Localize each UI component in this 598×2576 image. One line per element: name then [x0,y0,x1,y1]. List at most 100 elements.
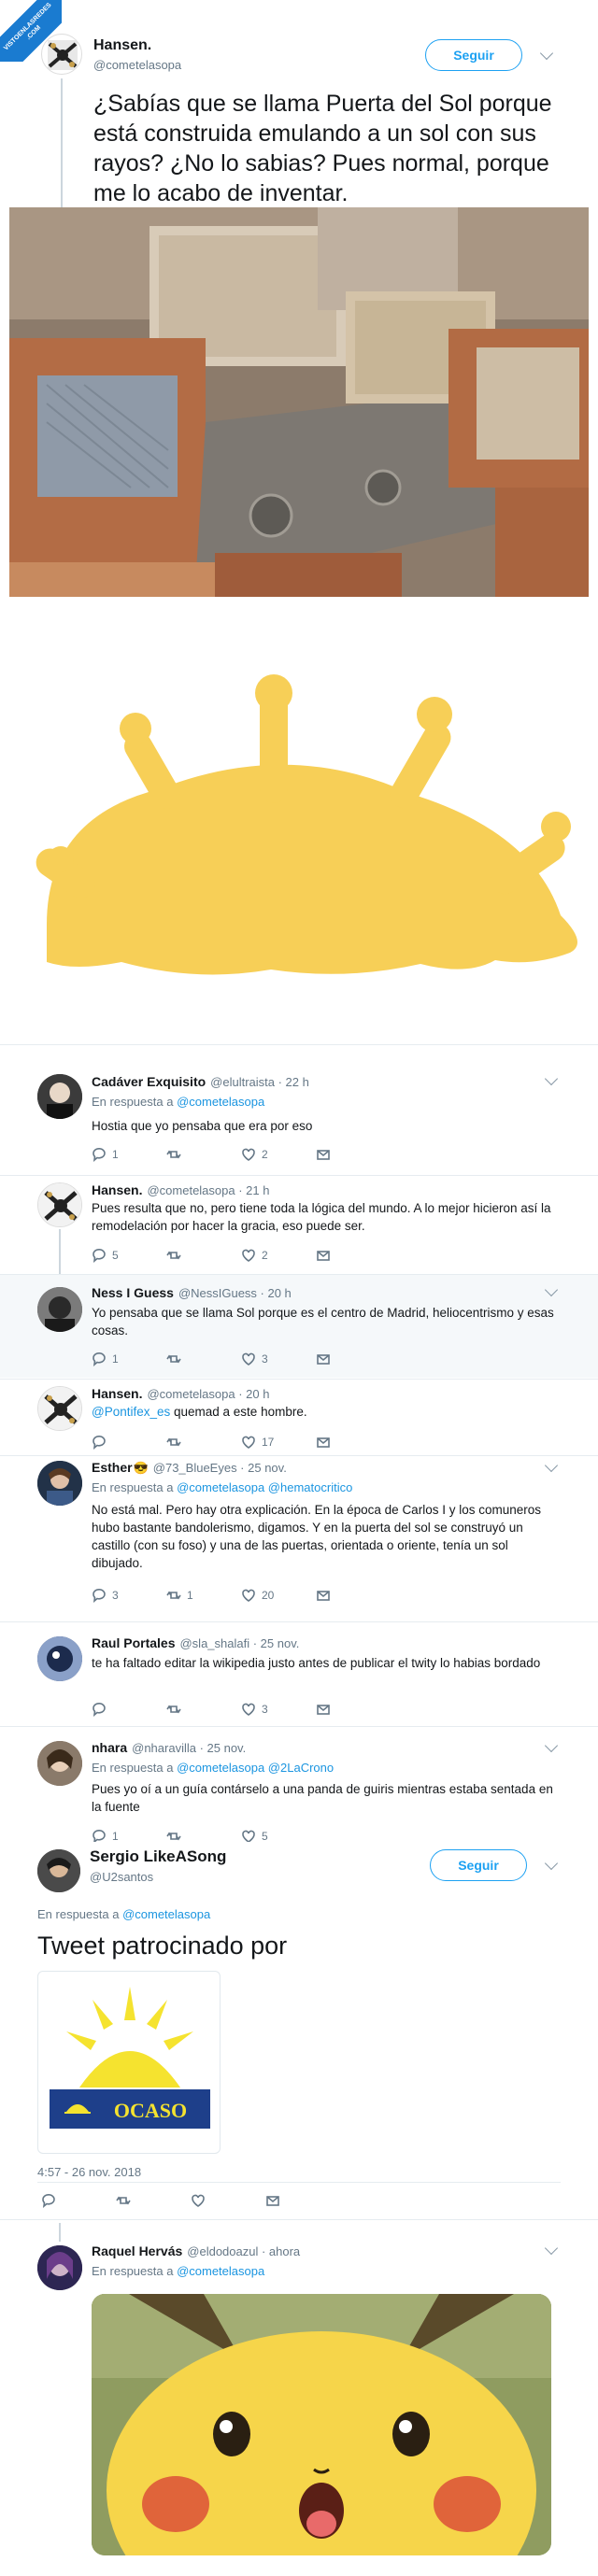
reply-button[interactable]: 3 [92,1588,119,1603]
author-name[interactable]: Cadáver Exquisito [92,1074,206,1089]
mail-icon [317,1705,330,1715]
avatar[interactable] [37,1074,82,1119]
author-handle[interactable]: @73_BlueEyes · 25 nov. [153,1461,287,1475]
heart-icon [242,1352,255,1366]
author-name[interactable]: Raquel Hervás [92,2243,182,2258]
author-name[interactable]: Hansen. [93,37,151,54]
author-handle[interactable]: @sla_shalafi · 25 nov. [179,1636,299,1650]
timestamp[interactable]: 4:57 - 26 nov. 2018 [37,2165,141,2179]
separator [0,1379,598,1380]
dm-button[interactable] [316,1147,331,1162]
dm-button[interactable] [265,2193,280,2208]
mention-link[interactable]: @cometelasopa @hematocritico [177,1480,352,1494]
like-button[interactable]: 2 [241,1147,268,1162]
like-button[interactable] [191,2193,206,2208]
avatar[interactable] [37,1461,82,1506]
author-handle[interactable]: @nharavilla · 25 nov. [132,1741,246,1755]
reply-icon [93,1436,106,1450]
like-button[interactable]: 17 [241,1435,274,1450]
avatar[interactable] [37,1741,82,1786]
mention-link[interactable]: @cometelasopa [177,1095,264,1109]
like-button[interactable]: 3 [241,1352,268,1366]
author-name[interactable]: Esther [92,1460,133,1475]
chevron-down-icon[interactable] [544,1458,559,1473]
retweet-button[interactable] [166,1702,187,1717]
retweet-button[interactable]: 1 [166,1588,193,1603]
mail-icon [317,1354,330,1365]
reply-button[interactable]: 5 [92,1248,119,1263]
chevron-down-icon[interactable] [544,1071,559,1086]
dm-button[interactable] [316,1352,331,1366]
separator [0,1621,598,1622]
ocaso-logo[interactable]: OCASO [37,1971,221,2154]
follow-button[interactable]: Seguir [425,39,522,71]
author-name[interactable]: Ness I Guess [92,1285,174,1300]
like-button[interactable]: 3 [241,1702,268,1717]
author-handle[interactable]: @cometelasopa [93,58,181,72]
reply-text: Hostia que yo pensaba que era por eso [92,1119,313,1133]
tweet-photo[interactable] [9,207,589,597]
reply-icon [93,1589,106,1603]
chevron-down-icon[interactable] [539,46,554,61]
author-name[interactable]: Hansen. [92,1386,142,1401]
tweet-text: ¿Sabías que se llama Puerta del Sol porq… [93,91,552,206]
reply-button[interactable] [92,1702,112,1717]
retweet-button[interactable] [166,1147,187,1162]
author-handle[interactable]: @NessIGuess · 20 h [178,1286,292,1300]
retweet-icon [166,1705,181,1714]
chevron-down-icon[interactable] [544,2241,559,2256]
author-handle[interactable]: @eldodoazul · ahora [187,2244,300,2258]
retweet-button[interactable] [166,1435,187,1450]
heart-icon [242,1703,255,1716]
like-button[interactable]: 20 [241,1588,274,1603]
author-handle[interactable]: @U2santos [90,1870,153,1884]
reply-button[interactable] [92,1435,112,1450]
retweet-button[interactable] [116,2193,131,2208]
retweet-button[interactable] [166,1248,187,1263]
dm-button[interactable] [316,1702,331,1717]
author-name[interactable]: Sergio LikeASong [90,1847,226,1866]
mention-link[interactable]: @Pontifex_es [92,1405,170,1419]
mention-link[interactable]: @cometelasopa [177,2264,264,2278]
avatar[interactable] [37,2245,82,2290]
reply-button[interactable]: 1 [92,1352,119,1366]
mail-icon [317,1437,330,1448]
chevron-down-icon[interactable] [544,1738,559,1753]
thread-line [61,78,63,209]
sun-drawing[interactable] [9,616,589,999]
author-handle[interactable]: @elultraista · 22 h [210,1075,309,1089]
avatar[interactable] [37,1287,82,1332]
surprised-pikachu-image[interactable] [92,2294,551,2555]
reply-header: Raul Portales @sla_shalafi · 25 nov. [92,1635,299,1650]
in-reply-to: En respuesta a @cometelasopa @2LaCrono [92,1761,335,1775]
mention-link[interactable]: @cometelasopa @2LaCrono [177,1761,334,1775]
author-handle[interactable]: @cometelasopa · 21 h [147,1183,269,1197]
retweet-icon [166,1354,181,1364]
heart-icon [192,2194,205,2207]
reply-header: nhara @nharavilla · 25 nov. [92,1740,246,1755]
dm-button[interactable] [316,1588,331,1603]
dm-button[interactable] [316,1435,331,1450]
thread-line [59,2223,61,2242]
avatar[interactable] [41,34,82,75]
heart-icon [242,1436,255,1449]
like-button[interactable]: 2 [241,1248,268,1263]
author-name[interactable]: Hansen. [92,1182,142,1197]
avatar[interactable] [37,1849,80,1892]
author-name[interactable]: Raul Portales [92,1635,175,1650]
retweet-button[interactable] [166,1352,187,1366]
author-handle[interactable]: @cometelasopa · 20 h [147,1387,269,1401]
follow-button[interactable]: Seguir [430,1849,527,1881]
avatar[interactable] [37,1636,82,1681]
mention-link[interactable]: @cometelasopa [122,1907,210,1921]
reply-text: @Pontifex_es quemad a este hombre. [92,1405,307,1419]
sunglasses-emoji-icon: 😎 [133,1461,149,1475]
avatar[interactable] [37,1386,82,1431]
reply-button[interactable]: 1 [92,1147,119,1162]
separator [0,1175,598,1176]
reply-header: Hansen. @cometelasopa · 20 h [92,1386,269,1401]
author-name[interactable]: nhara [92,1740,127,1755]
avatar[interactable] [37,1182,82,1227]
reply-button[interactable] [41,2193,56,2208]
dm-button[interactable] [316,1248,331,1263]
